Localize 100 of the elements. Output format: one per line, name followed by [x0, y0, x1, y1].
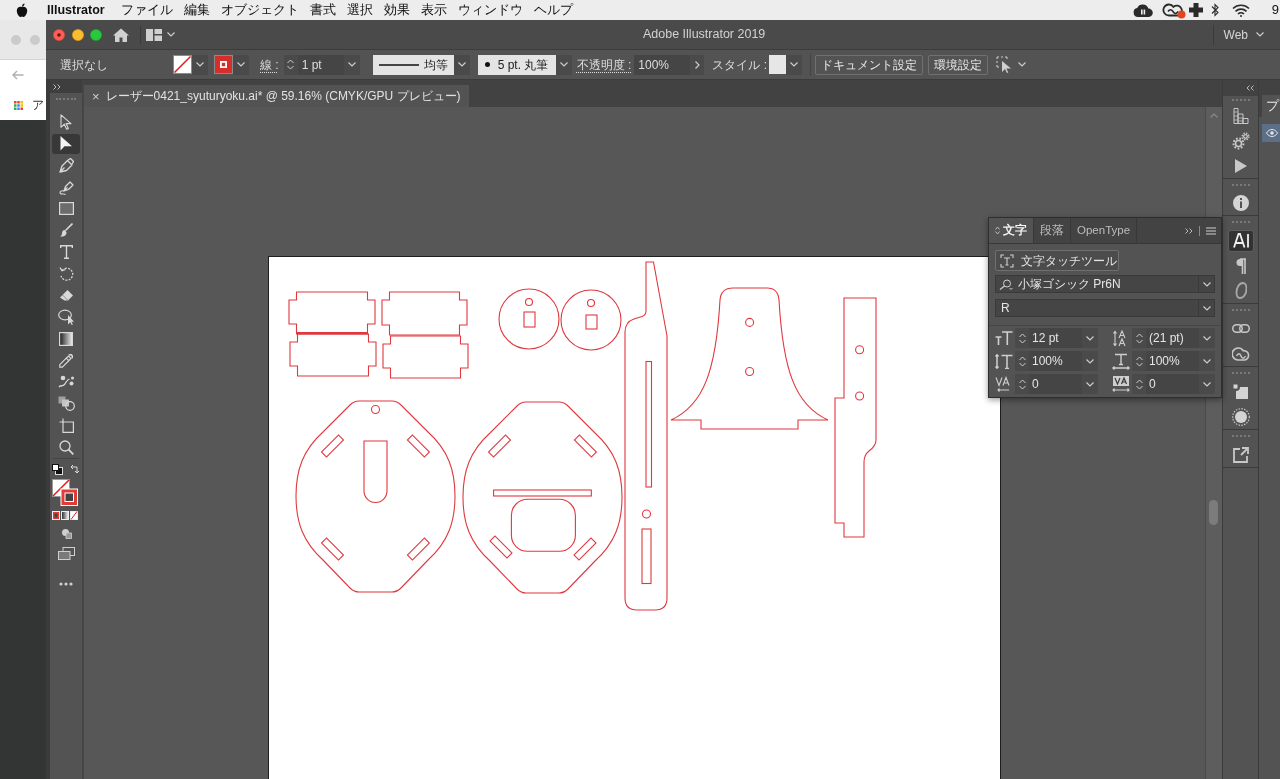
stroke-weight-field[interactable]: 1 pt [297, 54, 344, 75]
pointer-icon [60, 136, 72, 152]
menu-item[interactable]: 編集 [183, 0, 210, 20]
menu-item[interactable]: オブジェクト [220, 0, 299, 20]
stroke-profile-dropdown[interactable]: 均等 [372, 54, 454, 75]
chevron-down-icon [790, 62, 798, 67]
menu-item[interactable]: 効果 [383, 0, 410, 20]
eyedropper-icon [59, 353, 73, 368]
pilcrow-icon [1235, 257, 1246, 274]
window-buttons-icon [11, 34, 40, 45]
stepper-button[interactable] [1015, 351, 1029, 371]
cloud-pause-icon[interactable] [1132, 3, 1153, 17]
double-chevron-right-icon[interactable] [53, 83, 61, 90]
panel-tab[interactable]: 文字 [989, 218, 1034, 243]
zoom-window-icon[interactable] [90, 28, 102, 41]
ellipse-pointer-icon [57, 309, 75, 326]
slashed-square-icon[interactable] [70, 511, 78, 521]
stroke-swatch-icon[interactable] [214, 55, 233, 74]
search-icon [999, 278, 1013, 290]
gradient-square-icon[interactable] [61, 511, 69, 521]
fill-swatch-icon[interactable] [173, 55, 192, 74]
up-down-arrows-icon [1018, 378, 1026, 390]
filled-square-icon[interactable] [52, 511, 60, 521]
apps-grid-icon [14, 100, 23, 110]
chevron-down-icon [1086, 335, 1094, 341]
stepper-button[interactable] [1015, 328, 1029, 348]
font-family-field[interactable]: 小塚ゴシック Pr6N [995, 275, 1199, 293]
character-value-field[interactable]: 0 [1029, 374, 1082, 394]
menu-item[interactable]: ファイル [120, 0, 173, 20]
chevron-down-icon [237, 62, 245, 67]
menu-item[interactable]: 書式 [309, 0, 336, 20]
stepper-button[interactable] [1132, 351, 1146, 371]
character-value-field[interactable]: 12 pt [1029, 328, 1082, 348]
sun-icon [1231, 407, 1250, 426]
bluetooth-icon[interactable] [1210, 3, 1219, 17]
more-dots-icon[interactable] [59, 582, 73, 587]
panel-dock-button[interactable] [1227, 229, 1254, 252]
scrollbar-thumb[interactable] [1209, 500, 1218, 525]
dropdown-button[interactable] [1199, 299, 1215, 317]
opacity-label[interactable]: 不透明度 : [576, 55, 632, 74]
overlapping-rectangles-icon[interactable] [57, 547, 75, 561]
looped-cloud-icon [1231, 346, 1250, 361]
brush-dropdown[interactable]: 5 pt. 丸筆 [477, 54, 556, 75]
stepper-button[interactable] [1132, 374, 1146, 394]
up-down-arrows-icon [1018, 332, 1026, 344]
chevron-down-icon [1086, 358, 1094, 364]
menu-item[interactable]: ウィンドウ [457, 0, 523, 20]
wifi-icon[interactable] [1231, 3, 1250, 17]
close-tab-button[interactable]: × [92, 89, 100, 103]
menu-icon[interactable] [1206, 226, 1216, 235]
panel-tab[interactable]: プ [1262, 95, 1280, 117]
tool-button[interactable] [52, 133, 80, 154]
document-tab[interactable]: × レーザー0421_syuturyoku.ai* @ 59.16% (CMYK/GPU プレビュー) [84, 85, 469, 107]
minimize-window-icon[interactable] [71, 28, 84, 41]
stepper-button[interactable] [1132, 328, 1146, 348]
touch-type-tool-button[interactable]: 文字タッチツール [995, 250, 1119, 271]
status-text[interactable]: 9 [1271, 0, 1279, 20]
opacity-arrow-button[interactable] [690, 54, 705, 75]
eye-icon[interactable] [1266, 129, 1278, 137]
looped-cloud-badge-icon[interactable] [1161, 1, 1186, 19]
transform-options-button[interactable] [996, 56, 1026, 73]
bracketed-t-icon [1000, 253, 1014, 268]
menu-item[interactable]: 選択 [346, 0, 373, 20]
stepper-button[interactable] [283, 54, 298, 75]
plus-shape-icon[interactable] [1188, 3, 1203, 17]
character-value-field[interactable]: 100% [1029, 351, 1082, 371]
stepper-button[interactable] [1015, 374, 1029, 394]
close-window-icon[interactable] [53, 28, 65, 41]
layer-row[interactable] [1262, 124, 1280, 142]
pointer-outline-icon [60, 114, 72, 130]
double-chevron-right-icon[interactable] [1185, 227, 1193, 234]
settings-button[interactable]: 環境設定 [928, 54, 988, 75]
play-icon [1234, 158, 1247, 173]
dropdown-button[interactable] [1199, 275, 1215, 293]
double-chevron-left-icon[interactable] [1246, 85, 1254, 91]
home-button[interactable] [112, 26, 129, 43]
menu-item[interactable]: 表示 [420, 0, 447, 20]
overlapping-small-squares-icon[interactable] [52, 463, 63, 475]
font-style-field[interactable]: R [995, 299, 1199, 317]
bookmark-label[interactable]: ア [32, 96, 44, 114]
character-value-field[interactable]: 0 [1146, 374, 1199, 394]
menu-item[interactable]: ヘルプ [533, 0, 573, 20]
paintbrush-icon [59, 223, 73, 238]
style-swatch-icon[interactable] [769, 55, 786, 74]
settings-button[interactable]: ドキュメント設定 [815, 54, 923, 75]
va-arrow-icon [995, 376, 1012, 392]
character-value-field[interactable]: (21 pt) [1146, 328, 1199, 348]
rectangle-icon [58, 202, 74, 216]
letter-t-icon [59, 245, 73, 260]
app-menu[interactable]: Illustrator [47, 0, 105, 20]
character-value-field[interactable]: 100% [1146, 351, 1199, 371]
crop-square-icon [58, 418, 74, 434]
opacity-field[interactable]: 100% [634, 54, 691, 75]
box-arrow-out-icon [1232, 446, 1249, 463]
pen-nib-icon [58, 157, 74, 173]
fill-stroke-swatches-icon[interactable] [52, 479, 78, 507]
swap-arrows-icon[interactable] [70, 463, 80, 475]
stroke-label[interactable]: 線 : [260, 55, 279, 74]
workspace-switcher[interactable]: Web [1223, 25, 1264, 44]
chevron-down-icon [457, 62, 466, 67]
